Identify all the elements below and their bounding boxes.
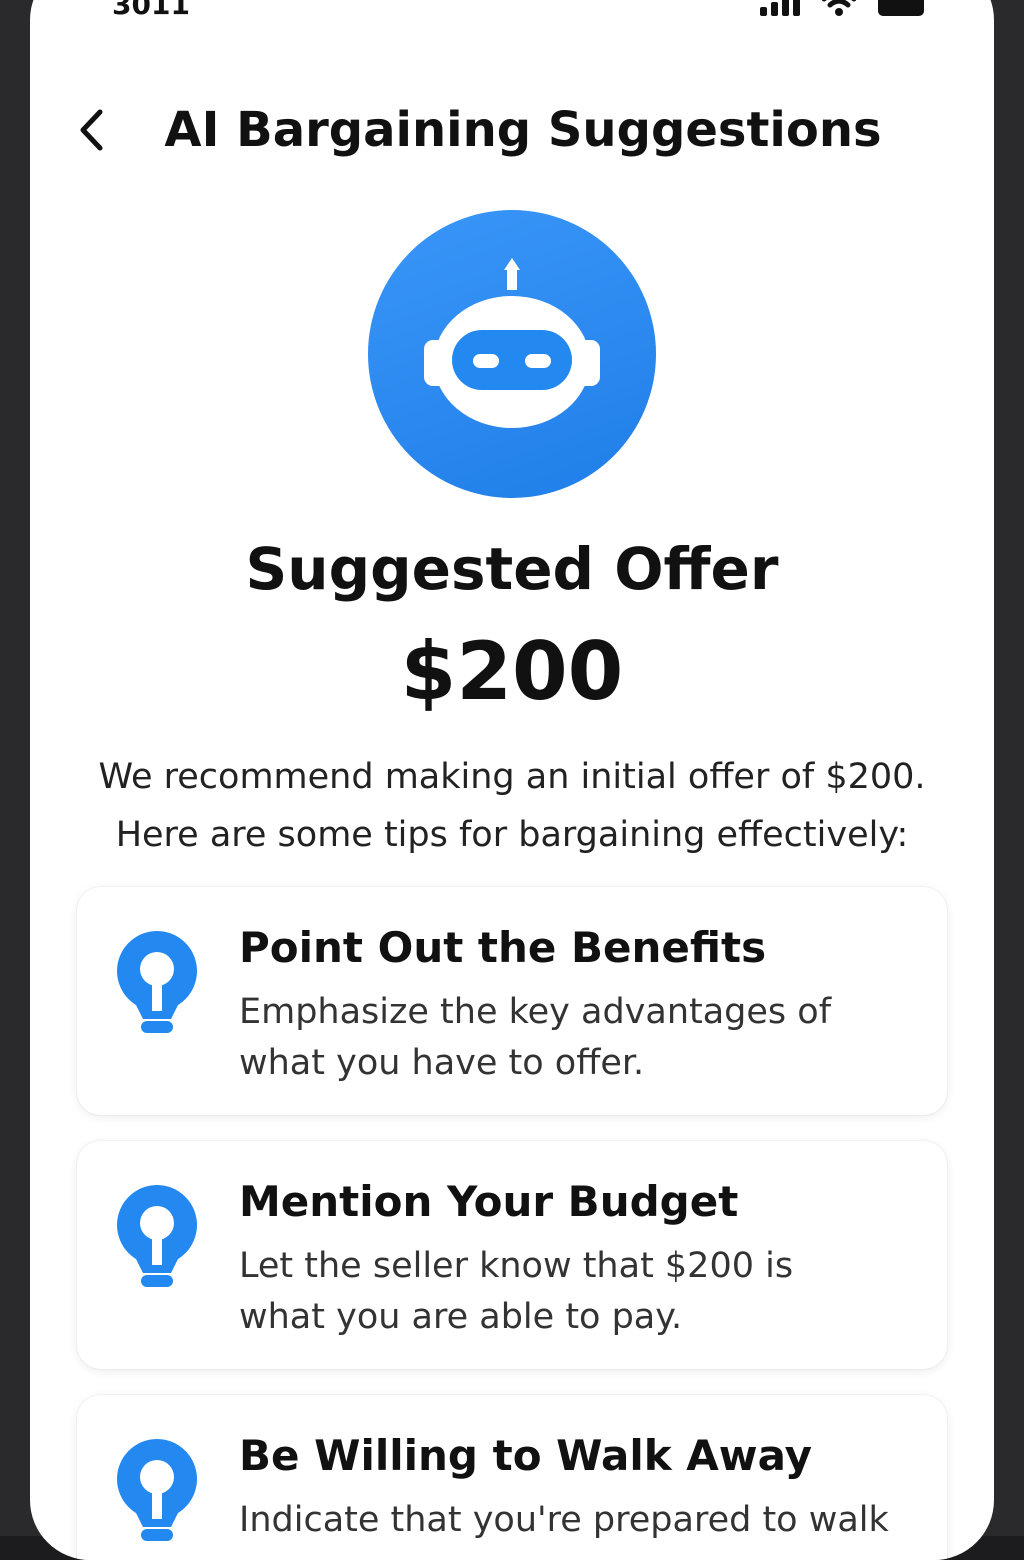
intro-line-1: We recommend making an initial offer of …: [98, 757, 926, 797]
tip-card-walk-away[interactable]: Be Willing to Walk Away Indicate that yo…: [77, 1395, 947, 1560]
status-icons: [760, 0, 924, 16]
tip-body-line: what you have to offer.: [239, 1043, 645, 1083]
wifi-icon: [822, 0, 856, 16]
lightbulb-icon: [117, 1439, 197, 1541]
tip-title: Mention Your Budget: [239, 1177, 739, 1226]
tip-title: Be Willing to Walk Away: [239, 1431, 813, 1480]
tip-body-line: Indicate that you're prepared to walk: [239, 1500, 889, 1540]
tip-body-line: Emphasize the key advantages of: [239, 992, 832, 1032]
status-time: 3011: [112, 0, 190, 21]
tip-title: Point Out the Benefits: [239, 923, 767, 972]
tip-body: Emphasize the key advantages of what you…: [239, 987, 919, 1089]
suggested-offer-title: Suggested Offer: [245, 535, 779, 603]
lightbulb-icon: [117, 931, 197, 1033]
tip-card-budget[interactable]: Mention Your Budget Let the seller know …: [77, 1141, 947, 1369]
status-bar: 3011: [30, 0, 994, 30]
intro-text: We recommend making an initial offer of …: [90, 748, 934, 864]
battery-icon: [878, 0, 924, 16]
suggested-offer-amount: $200: [400, 625, 624, 718]
tip-body: Indicate that you're prepared to walk: [239, 1495, 919, 1546]
tip-body-line: what you are able to pay.: [239, 1297, 683, 1337]
app-screen: 3011 AI Bargaining Suggestions Suggested…: [30, 0, 994, 1560]
cellular-signal-icon: [760, 0, 800, 16]
lightbulb-icon: [117, 1185, 197, 1287]
tip-card-benefits[interactable]: Point Out the Benefits Emphasize the key…: [77, 887, 947, 1115]
tip-body-line: Let the seller know that $200 is: [239, 1246, 794, 1286]
tip-body: Let the seller know that $200 is what yo…: [239, 1241, 919, 1343]
page-title: AI Bargaining Suggestions: [164, 102, 882, 158]
phone-frame: 3011 AI Bargaining Suggestions Suggested…: [0, 0, 1024, 1560]
robot-icon: [424, 258, 600, 428]
intro-line-2: Here are some tips for bargaining effect…: [115, 815, 909, 855]
robot-avatar: [368, 210, 656, 498]
header: AI Bargaining Suggestions: [30, 90, 994, 170]
